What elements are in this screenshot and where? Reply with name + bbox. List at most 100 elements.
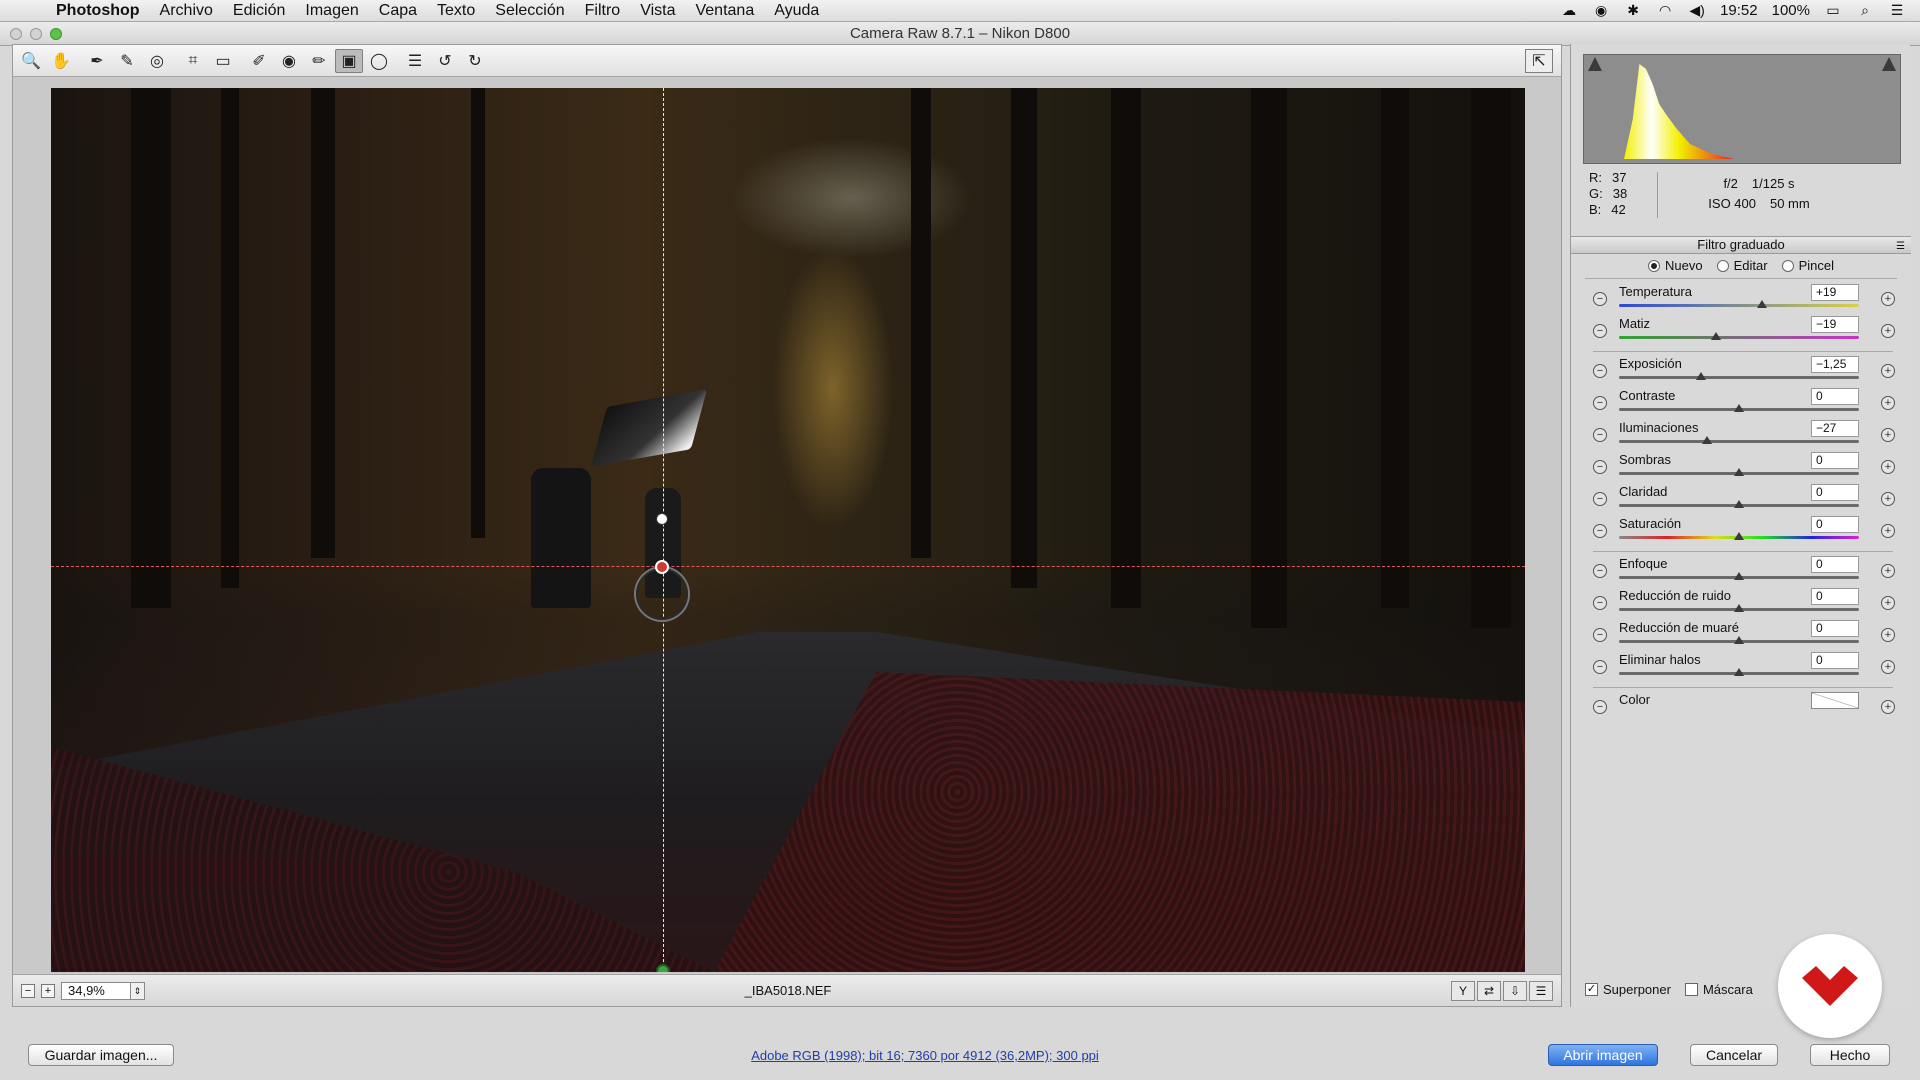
filter-green-pin[interactable] <box>656 964 670 972</box>
graduated-filter-red-line[interactable] <box>51 566 1525 567</box>
decrease-icon[interactable]: − <box>1593 324 1607 338</box>
slider-value-field[interactable]: −27 <box>1811 420 1859 437</box>
graduated-filter-tool[interactable]: ▣ <box>335 48 363 73</box>
done-button[interactable]: Hecho <box>1810 1044 1890 1066</box>
menu-app-photoshop[interactable]: Photoshop <box>46 2 150 20</box>
before-after-view-icon[interactable]: Y <box>1451 981 1475 1001</box>
slider-thumb[interactable] <box>1734 668 1744 676</box>
menu-texto[interactable]: Texto <box>427 2 485 20</box>
mode-radio-editar[interactable]: Editar <box>1716 258 1768 273</box>
creative-cloud-icon[interactable]: ☁ <box>1560 2 1578 19</box>
overlay-checkbox-box[interactable]: ✓ <box>1585 983 1598 996</box>
increase-icon[interactable]: + <box>1881 396 1895 410</box>
decrease-icon[interactable]: − <box>1593 524 1607 538</box>
slider-thumb[interactable] <box>1695 372 1706 380</box>
slider-value-field[interactable]: 0 <box>1811 452 1859 469</box>
increase-icon[interactable]: + <box>1881 492 1895 506</box>
decrease-icon[interactable]: − <box>1593 396 1607 410</box>
copy-settings-icon[interactable]: ⇩ <box>1503 981 1527 1001</box>
notification-center-icon[interactable]: ☰ <box>1888 2 1906 19</box>
increase-icon[interactable]: + <box>1881 628 1895 642</box>
filter-red-pin[interactable] <box>655 560 669 574</box>
radio-dot[interactable] <box>1648 259 1661 272</box>
slider-thumb[interactable] <box>1734 404 1744 412</box>
mask-checkbox-box[interactable] <box>1684 983 1698 996</box>
menu-capa[interactable]: Capa <box>369 2 427 20</box>
straighten-tool[interactable]: ▭ <box>209 49 237 73</box>
menu-seleccion[interactable]: Selección <box>485 2 574 20</box>
increase-icon[interactable]: + <box>1881 660 1895 674</box>
adjustment-brush-tool[interactable]: ✏ <box>305 49 333 73</box>
decrease-icon[interactable]: − <box>1593 564 1607 578</box>
graduated-filter-handle[interactable] <box>636 568 688 620</box>
slider-value-field[interactable]: 0 <box>1811 516 1859 533</box>
bluetooth-icon[interactable]: ✱ <box>1624 2 1642 19</box>
preferences-tool[interactable]: ☰ <box>401 49 429 73</box>
menu-ayuda[interactable]: Ayuda <box>764 2 829 20</box>
slider-track[interactable] <box>1619 440 1859 443</box>
close-window-button[interactable] <box>10 28 22 40</box>
crop-tool[interactable]: ⌗ <box>179 49 207 73</box>
increase-icon[interactable]: + <box>1881 428 1895 442</box>
slider-thumb[interactable] <box>1734 604 1744 612</box>
increase-icon[interactable]: + <box>1881 292 1895 306</box>
slider-value-field[interactable]: 0 <box>1811 588 1859 605</box>
slider-value-field[interactable]: 0 <box>1811 484 1859 501</box>
slider-thumb[interactable] <box>1734 636 1744 644</box>
panel-menu-icon[interactable]: ☰ <box>1896 239 1905 255</box>
mode-radio-pincel[interactable]: Pincel <box>1781 258 1834 273</box>
fullscreen-toggle-icon[interactable]: ⇱ <box>1525 48 1553 73</box>
record-icon[interactable]: ◉ <box>1592 2 1610 19</box>
menu-vista[interactable]: Vista <box>630 2 685 20</box>
red-eye-tool[interactable]: ◉ <box>275 49 303 73</box>
decrease-icon[interactable]: − <box>1593 364 1607 378</box>
hand-tool[interactable]: ✋ <box>47 49 75 73</box>
menu-ventana[interactable]: Ventana <box>685 2 764 20</box>
slider-value-field[interactable]: −1,25 <box>1811 356 1859 373</box>
slider-track[interactable] <box>1619 304 1859 307</box>
decrease-icon[interactable]: − <box>1593 492 1607 506</box>
increase-icon[interactable]: + <box>1881 524 1895 538</box>
slider-thumb[interactable] <box>1734 572 1744 580</box>
clock[interactable]: 19:52 <box>1720 2 1758 19</box>
menu-archivo[interactable]: Archivo <box>150 2 223 20</box>
slider-value-field[interactable]: +19 <box>1811 284 1859 301</box>
decrease-icon[interactable]: − <box>1593 460 1607 474</box>
wifi-icon[interactable]: ◠ <box>1656 2 1674 19</box>
increase-icon[interactable]: + <box>1881 596 1895 610</box>
slider-value-field[interactable]: 0 <box>1811 620 1859 637</box>
slider-value-field[interactable]: 0 <box>1811 556 1859 573</box>
filter-center-pin[interactable] <box>656 513 668 525</box>
decrease-icon[interactable]: − <box>1593 428 1607 442</box>
slider-thumb[interactable] <box>1711 332 1722 340</box>
slider-value-field[interactable]: −19 <box>1811 316 1859 333</box>
white-balance-tool[interactable]: ✒ <box>83 49 111 73</box>
zoom-tool[interactable]: 🔍 <box>17 49 45 73</box>
decrease-icon[interactable]: − <box>1593 596 1607 610</box>
slider-thumb[interactable] <box>1756 300 1767 308</box>
open-image-button[interactable]: Abrir imagen <box>1548 1044 1658 1066</box>
image-preview[interactable] <box>51 88 1525 972</box>
highlight-clipping-warning-icon[interactable] <box>1882 57 1896 71</box>
mode-radio-nuevo[interactable]: Nuevo <box>1648 258 1703 273</box>
slider-thumb[interactable] <box>1701 436 1712 444</box>
radio-dot[interactable] <box>1781 259 1794 272</box>
rotate-left-tool[interactable]: ↺ <box>431 49 459 73</box>
menu-filtro[interactable]: Filtro <box>575 2 631 20</box>
targeted-adjustment-tool[interactable]: ◎ <box>143 49 171 73</box>
shadow-clipping-warning-icon[interactable] <box>1588 57 1602 71</box>
slider-track[interactable] <box>1619 376 1859 379</box>
spot-removal-tool[interactable]: ✐ <box>245 49 273 73</box>
menu-edicion[interactable]: Edición <box>223 2 295 20</box>
swap-settings-icon[interactable]: ⇄ <box>1477 981 1501 1001</box>
increase-icon[interactable]: + <box>1881 564 1895 578</box>
volume-icon[interactable]: ◀) <box>1688 2 1706 19</box>
menu-imagen[interactable]: Imagen <box>295 2 368 20</box>
slider-value-field[interactable]: 0 <box>1811 652 1859 669</box>
slider-thumb[interactable] <box>1734 468 1744 476</box>
slider-thumb[interactable] <box>1734 500 1744 508</box>
toggle-settings-icon[interactable]: ☰ <box>1529 981 1553 1001</box>
increase-icon[interactable]: + <box>1881 700 1895 714</box>
color-sampler-tool[interactable]: ✎ <box>113 49 141 73</box>
decrease-icon[interactable]: − <box>1593 700 1607 714</box>
